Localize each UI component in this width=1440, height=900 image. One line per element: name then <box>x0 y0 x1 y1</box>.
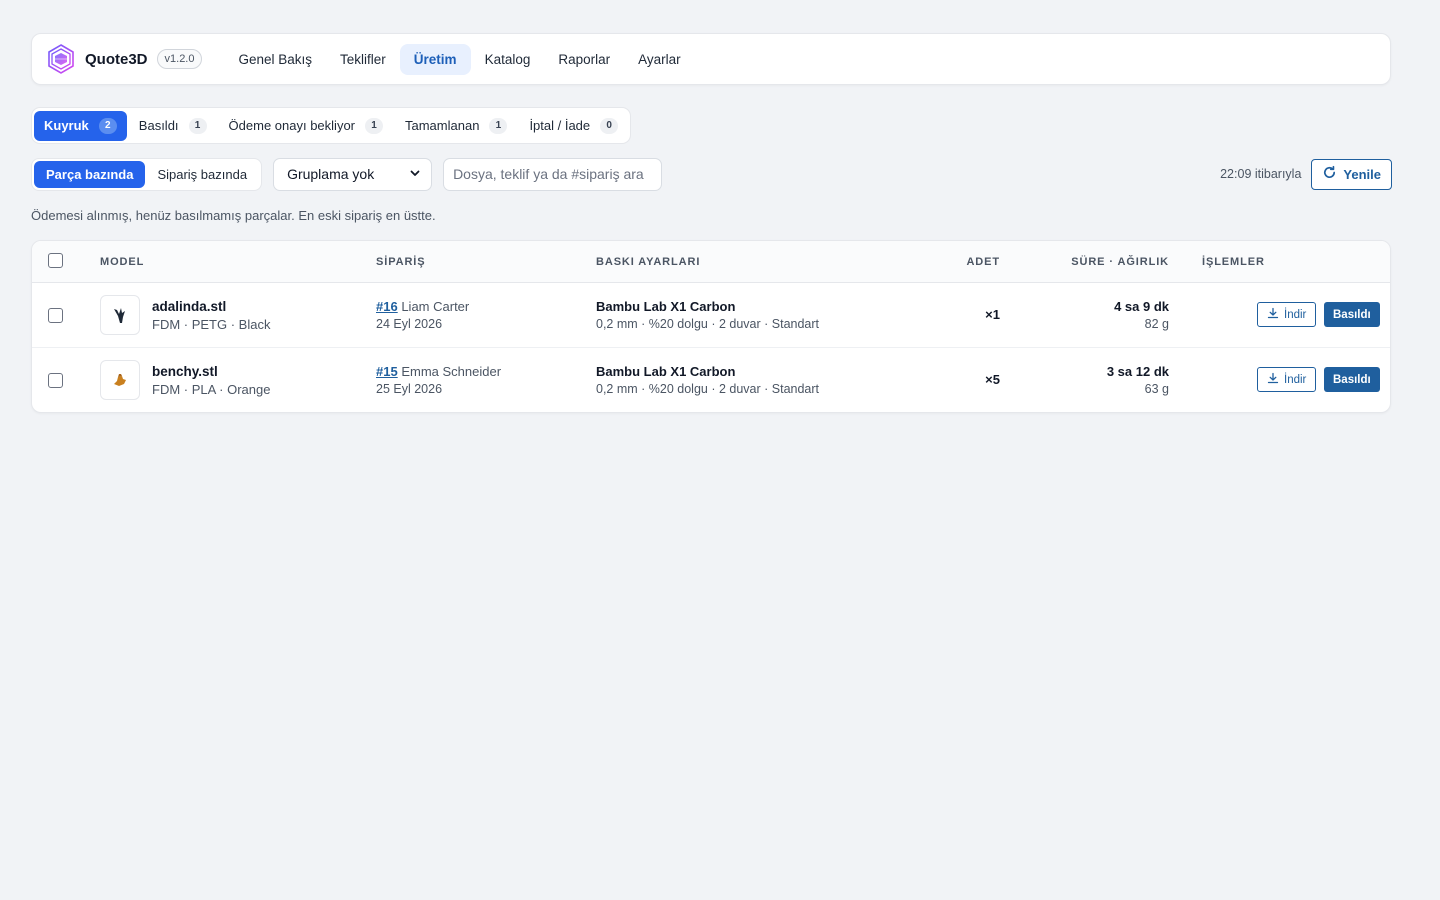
refresh-button[interactable]: Yenile <box>1311 158 1392 190</box>
column-header-order: SİPARİŞ <box>376 256 426 268</box>
search-input[interactable] <box>443 157 663 191</box>
order-date: 25 Eyl 2026 <box>376 382 443 396</box>
download-button[interactable]: İndir <box>1257 302 1317 327</box>
download-icon <box>1267 307 1279 322</box>
column-header-model: MODEL <box>100 256 145 268</box>
download-label: İndir <box>1284 308 1307 321</box>
download-icon <box>1267 372 1279 387</box>
view-by-order-button[interactable]: Sipariş bazında <box>145 161 259 188</box>
main-nav: Genel Bakış Teklifler Üretim Katalog Rap… <box>224 43 695 75</box>
refresh-label: Yenile <box>1343 166 1381 182</box>
tab-completed[interactable]: Tamamlanan 1 <box>395 111 517 141</box>
chevron-down-icon <box>409 166 421 182</box>
tab-queue[interactable]: Kuyruk 2 <box>34 110 127 141</box>
model-file-name: adalinda.stl <box>152 299 227 314</box>
print-settings: 0,2 mm · %20 dolgu · 2 duvar · Standart <box>596 382 820 396</box>
filter-toolbar: Parça bazında Sipariş bazında Gruplama y… <box>31 157 1392 191</box>
tab-label: Kuyruk <box>44 118 89 133</box>
download-label: İndir <box>1284 373 1307 386</box>
nav-item-catalog[interactable]: Katalog <box>471 44 545 75</box>
tab-label: Ödeme onayı bekliyor <box>228 118 355 133</box>
tab-cancelled-refund[interactable]: İptal / İade 0 <box>519 111 628 141</box>
model-meta: FDM · PLA · Orange <box>152 382 271 397</box>
row-checkbox[interactable] <box>48 373 63 388</box>
column-header-actions: İŞLEMLER <box>1202 256 1265 268</box>
order-link[interactable]: #15 <box>376 364 398 379</box>
mark-printed-button[interactable]: Basıldı <box>1324 302 1380 327</box>
tab-label: İptal / İade <box>529 118 591 133</box>
tab-count-badge: 0 <box>600 117 619 134</box>
print-weight: 63 g <box>1144 382 1169 396</box>
tab-label: Basıldı <box>138 118 179 133</box>
view-by-part-button[interactable]: Parça bazında <box>34 160 146 188</box>
column-header-print-settings: BASKI AYARLARI <box>596 256 701 268</box>
nav-item-quotes[interactable]: Teklifler <box>326 44 400 75</box>
nav-item-settings[interactable]: Ayarlar <box>624 44 695 75</box>
tab-count-badge: 2 <box>98 117 117 134</box>
download-button[interactable]: İndir <box>1257 367 1317 392</box>
tab-count-badge: 1 <box>365 117 383 134</box>
select-all-checkbox[interactable] <box>48 253 63 268</box>
tab-awaiting-payment[interactable]: Ödeme onayı bekliyor 1 <box>219 111 393 141</box>
status-tabs: Kuyruk 2 Basıldı 1 Ödeme onayı bekliyor … <box>31 107 632 144</box>
quantity: ×5 <box>985 372 1000 387</box>
model-thumbnail <box>100 295 140 335</box>
refresh-icon <box>1322 165 1337 183</box>
queue-description: Ödemesi alınmış, henüz basılmamış parçal… <box>31 208 436 223</box>
table-row: adalinda.stl FDM · PETG · Black #16 Liam… <box>32 283 1390 348</box>
nav-item-reports[interactable]: Raporlar <box>544 44 624 75</box>
app-name: Quote3D <box>85 50 148 68</box>
print-settings: 0,2 mm · %20 dolgu · 2 duvar · Standart <box>596 317 820 331</box>
order-link[interactable]: #16 <box>376 299 398 314</box>
model-file-name: benchy.stl <box>152 364 218 379</box>
printer-name: Bambu Lab X1 Carbon <box>596 364 736 379</box>
order-info: #15 Emma Schneider <box>376 364 501 379</box>
model-thumbnail <box>100 360 140 400</box>
grouping-select[interactable]: Gruplama yok <box>273 157 433 191</box>
production-queue-table: MODEL SİPARİŞ BASKI AYARLARI ADET SÜRE ·… <box>31 240 1391 413</box>
nav-item-production[interactable]: Üretim <box>399 43 471 75</box>
print-weight: 82 g <box>1144 317 1169 331</box>
model-meta: FDM · PETG · Black <box>152 317 271 332</box>
printer-name: Bambu Lab X1 Carbon <box>596 299 736 314</box>
tab-count-badge: 1 <box>489 117 508 134</box>
print-duration: 3 sa 12 dk <box>1106 364 1169 379</box>
mark-printed-button[interactable]: Basıldı <box>1324 367 1380 392</box>
nav-item-overview[interactable]: Genel Bakış <box>224 44 326 75</box>
table-row: benchy.stl FDM · PLA · Orange #15 Emma S… <box>32 348 1390 412</box>
row-checkbox[interactable] <box>48 308 63 323</box>
column-header-duration-weight: SÜRE · AĞIRLIK <box>1071 256 1169 268</box>
grouping-select-value: Gruplama yok <box>287 166 375 182</box>
column-header-qty: ADET <box>966 256 1000 268</box>
quantity: ×1 <box>985 307 1000 322</box>
print-duration: 4 sa 9 dk <box>1114 299 1169 314</box>
quote3d-logo-icon <box>45 43 77 75</box>
order-date: 24 Eyl 2026 <box>376 317 443 331</box>
top-navigation-bar: Quote3D v1.2.0 Genel Bakış Teklifler Üre… <box>31 33 1391 85</box>
customer-name: Emma Schneider <box>401 364 502 379</box>
tab-printed[interactable]: Basıldı 1 <box>129 111 217 141</box>
last-updated-text: 22:09 itibarıyla <box>1220 167 1302 181</box>
view-mode-toggle: Parça bazında Sipariş bazında <box>31 157 263 191</box>
customer-name: Liam Carter <box>401 299 470 314</box>
table-header: MODEL SİPARİŞ BASKI AYARLARI ADET SÜRE ·… <box>32 241 1390 283</box>
tab-label: Tamamlanan <box>405 118 480 133</box>
version-badge: v1.2.0 <box>156 49 203 69</box>
order-info: #16 Liam Carter <box>376 299 469 314</box>
tab-count-badge: 1 <box>188 117 207 134</box>
